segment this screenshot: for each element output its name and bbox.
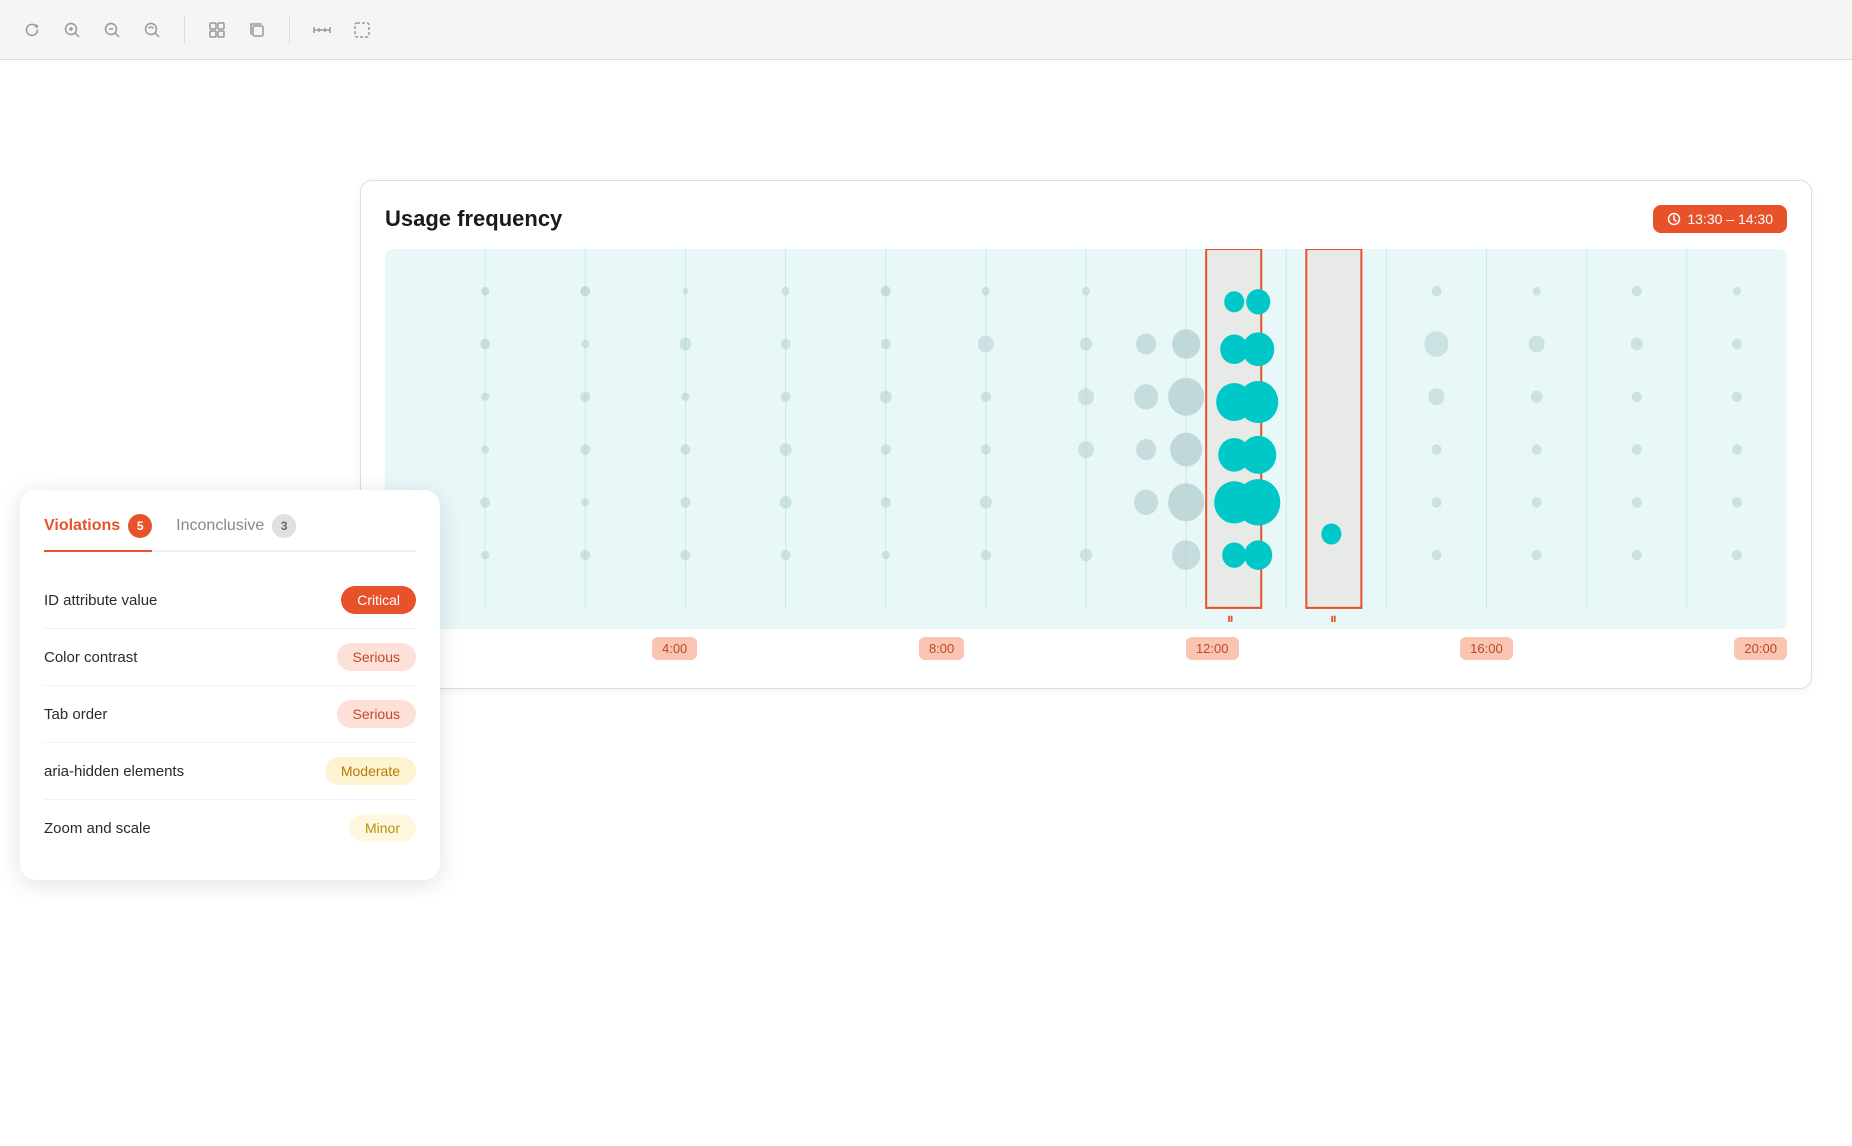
time-axis: 0:00 4:00 8:00 12:00 16:00 20:00 bbox=[385, 629, 1787, 664]
time-label-16: 16:00 bbox=[1460, 637, 1513, 660]
tab-inconclusive-count: 3 bbox=[272, 514, 296, 538]
duplicate-icon[interactable] bbox=[245, 18, 269, 42]
violation-list: ID attribute value Critical Color contra… bbox=[44, 572, 416, 856]
toolbar bbox=[0, 0, 1852, 60]
violation-name: Zoom and scale bbox=[44, 820, 151, 837]
svg-text:⏸: ⏸ bbox=[1227, 611, 1234, 627]
reset-zoom-icon[interactable] bbox=[140, 18, 164, 42]
time-range-label: 13:30 – 14:30 bbox=[1687, 211, 1773, 227]
divider-2 bbox=[289, 16, 290, 44]
time-label-12: 12:00 bbox=[1186, 637, 1239, 660]
time-range-badge[interactable]: 13:30 – 14:30 bbox=[1653, 205, 1787, 233]
chart-svg: ⏸ ⏸ bbox=[385, 249, 1787, 629]
tabs-row: Violations 5 Inconclusive 3 bbox=[44, 514, 416, 552]
svg-text:⏸: ⏸ bbox=[1330, 611, 1337, 627]
zoom-out-icon[interactable] bbox=[100, 18, 124, 42]
clock-icon bbox=[1667, 212, 1681, 226]
refresh-icon[interactable] bbox=[20, 18, 44, 42]
severity-badge: Serious bbox=[337, 643, 416, 671]
chart-panel: Usage frequency 13:30 – 14:30 bbox=[360, 180, 1812, 689]
chart-area: ⏸ ⏸ bbox=[385, 249, 1787, 629]
severity-badge: Serious bbox=[337, 700, 416, 728]
tab-inconclusive[interactable]: Inconclusive 3 bbox=[176, 514, 296, 538]
measure-icon[interactable] bbox=[310, 18, 334, 42]
severity-badge: Critical bbox=[341, 586, 416, 614]
select-icon[interactable] bbox=[350, 18, 374, 42]
tab-violations-label: Violations bbox=[44, 517, 120, 535]
zoom-in-icon[interactable] bbox=[60, 18, 84, 42]
severity-badge: Minor bbox=[349, 814, 416, 842]
chart-title: Usage frequency bbox=[385, 206, 562, 232]
violation-name: aria-hidden elements bbox=[44, 763, 184, 780]
violation-row[interactable]: aria-hidden elements Moderate bbox=[44, 743, 416, 800]
grid-icon[interactable] bbox=[205, 18, 229, 42]
tab-violations[interactable]: Violations 5 bbox=[44, 514, 152, 552]
tab-inconclusive-label: Inconclusive bbox=[176, 517, 264, 535]
violation-row[interactable]: Zoom and scale Minor bbox=[44, 800, 416, 856]
time-label-20: 20:00 bbox=[1734, 637, 1787, 660]
divider-1 bbox=[184, 16, 185, 44]
violation-row[interactable]: ID attribute value Critical bbox=[44, 572, 416, 629]
violation-name: ID attribute value bbox=[44, 592, 157, 609]
time-label-8: 8:00 bbox=[919, 637, 964, 660]
violation-name: Color contrast bbox=[44, 649, 137, 666]
time-label-4: 4:00 bbox=[652, 637, 697, 660]
tab-violations-count: 5 bbox=[128, 514, 152, 538]
violation-row[interactable]: Tab order Serious bbox=[44, 686, 416, 743]
main-content: Usage frequency 13:30 – 14:30 bbox=[0, 60, 1852, 1146]
chart-header: Usage frequency 13:30 – 14:30 bbox=[385, 205, 1787, 233]
severity-badge: Moderate bbox=[325, 757, 416, 785]
violations-panel: Violations 5 Inconclusive 3 ID attribute… bbox=[20, 490, 440, 880]
violation-row[interactable]: Color contrast Serious bbox=[44, 629, 416, 686]
violation-name: Tab order bbox=[44, 706, 107, 723]
